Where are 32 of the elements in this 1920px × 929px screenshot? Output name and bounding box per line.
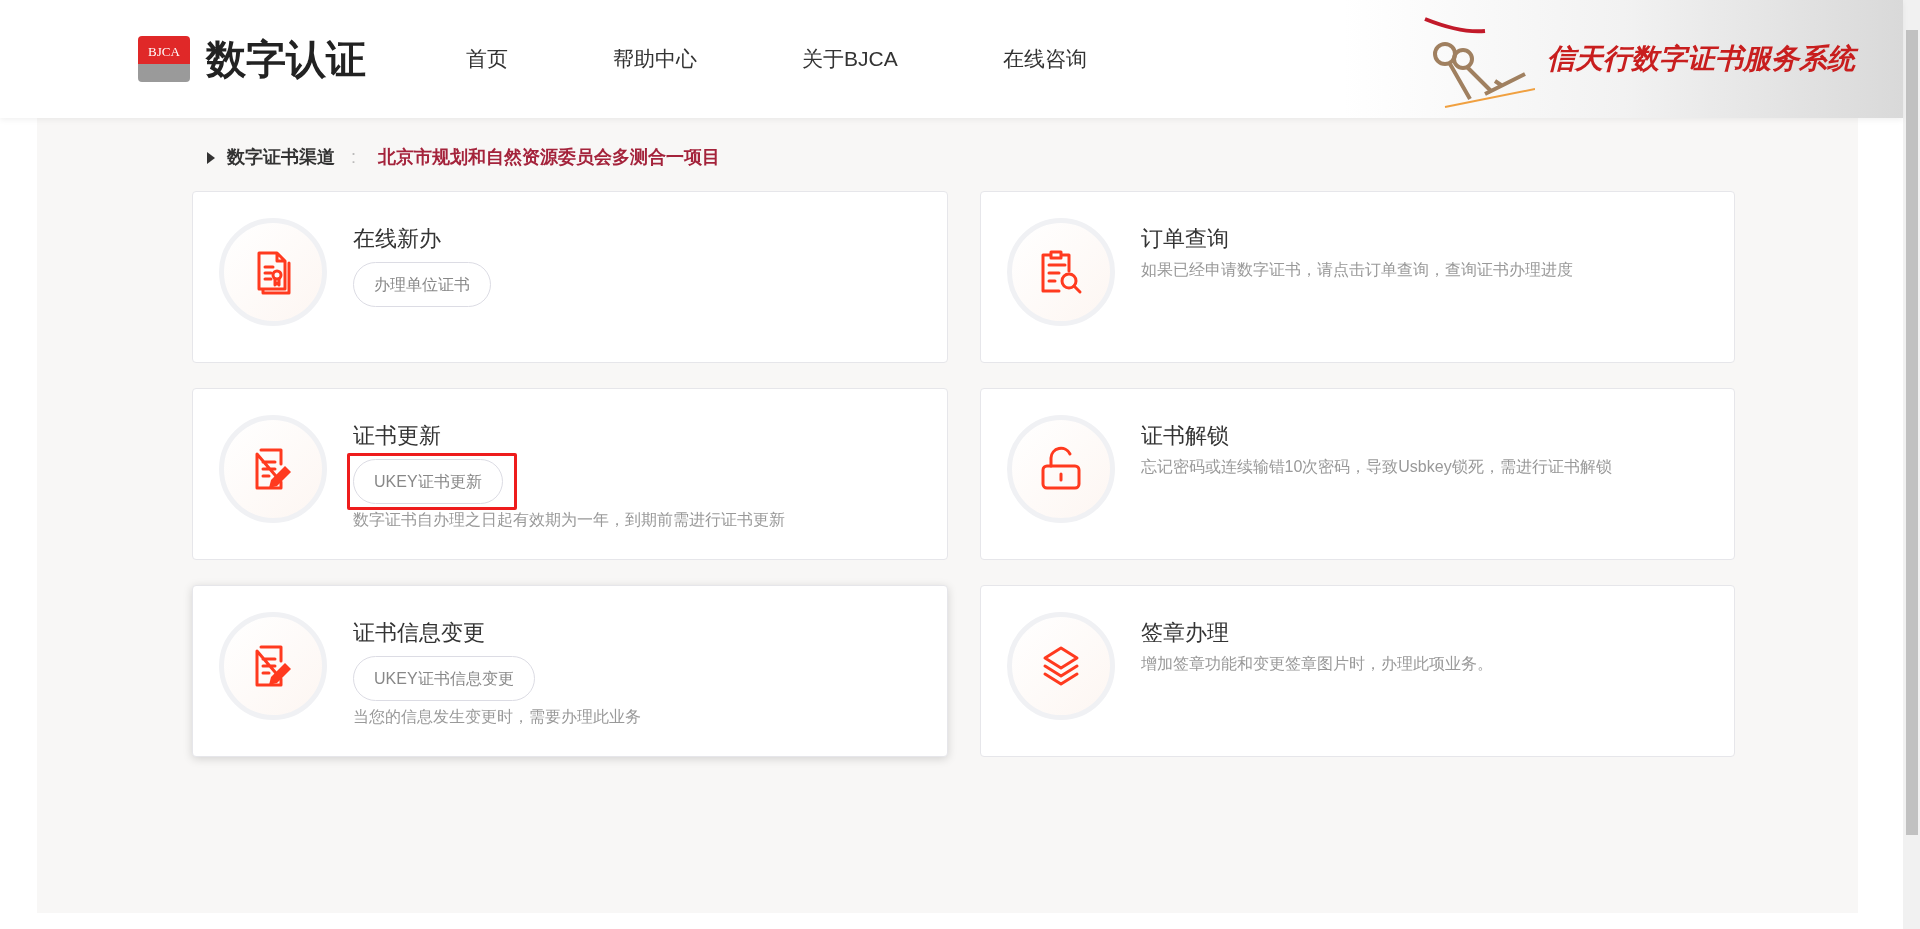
logo-mark: BJCA [138,36,190,82]
card-description: 增加签章功能和变更签章图片时，办理此项业务。 [1140,654,1493,674]
action-button[interactable]: 办理单位证书 [353,262,491,307]
breadcrumb-label: 数字证书渠道 [227,146,335,169]
action-button[interactable]: UKEY证书信息变更 [353,656,535,701]
nav-link[interactable]: 帮助中心 [613,43,697,75]
service-card[interactable]: 订单查询 如果已经申请数字证书，请点击订单查询，查询证书办理进度 [979,191,1735,363]
logo-text: 数字认证 [206,36,366,82]
card-title: 证书更新 [353,422,441,450]
card-title: 订单查询 [1140,225,1229,253]
breadcrumb-value: 北京市规划和自然资源委员会多测合一项目 [378,146,720,169]
service-card[interactable]: 证书信息变更 UKEY证书信息变更 当您的信息发生变更时，需要办理此业务 [192,585,948,757]
nav-link[interactable]: 在线咨询 [1002,43,1087,75]
scrollbar[interactable] [1903,0,1920,929]
card-title: 签章办理 [1140,619,1229,647]
nav-link[interactable]: 首页 [466,43,508,75]
service-card[interactable]: 在线新办 办理单位证书 [192,191,948,363]
triangle-icon [207,151,215,164]
card-description: 如果已经申请数字证书，请点击订单查询，查询证书办理进度 [1140,260,1573,280]
breadcrumb-separator: : [351,146,356,169]
action-button[interactable]: UKEY证书更新 [353,459,503,504]
card-title: 在线新办 [353,225,441,253]
service-card[interactable]: 签章办理 增加签章功能和变更签章图片时，办理此项业务。 [979,585,1735,757]
card-description: 当您的信息发生变更时，需要办理此业务 [353,707,641,727]
service-card[interactable]: 证书更新 UKEY证书更新 数字证书自办理之日起有效期为一年，到期前需进行证书更新 [192,388,948,560]
card-title: 证书信息变更 [353,619,485,647]
card-description: 数字证书自办理之日起有效期为一年，到期前需进行证书更新 [353,510,785,530]
scrollbar-thumb[interactable] [1905,30,1918,835]
service-card[interactable]: 证书解锁 忘记密码或连续输错10次密码，导致Usbkey锁死，需进行证书解锁 [979,388,1735,560]
card-title: 证书解锁 [1140,422,1229,450]
nav-link[interactable]: 关于BJCA [802,43,898,75]
card-description: 忘记密码或连续输错10次密码，导致Usbkey锁死，需进行证书解锁 [1140,457,1612,477]
